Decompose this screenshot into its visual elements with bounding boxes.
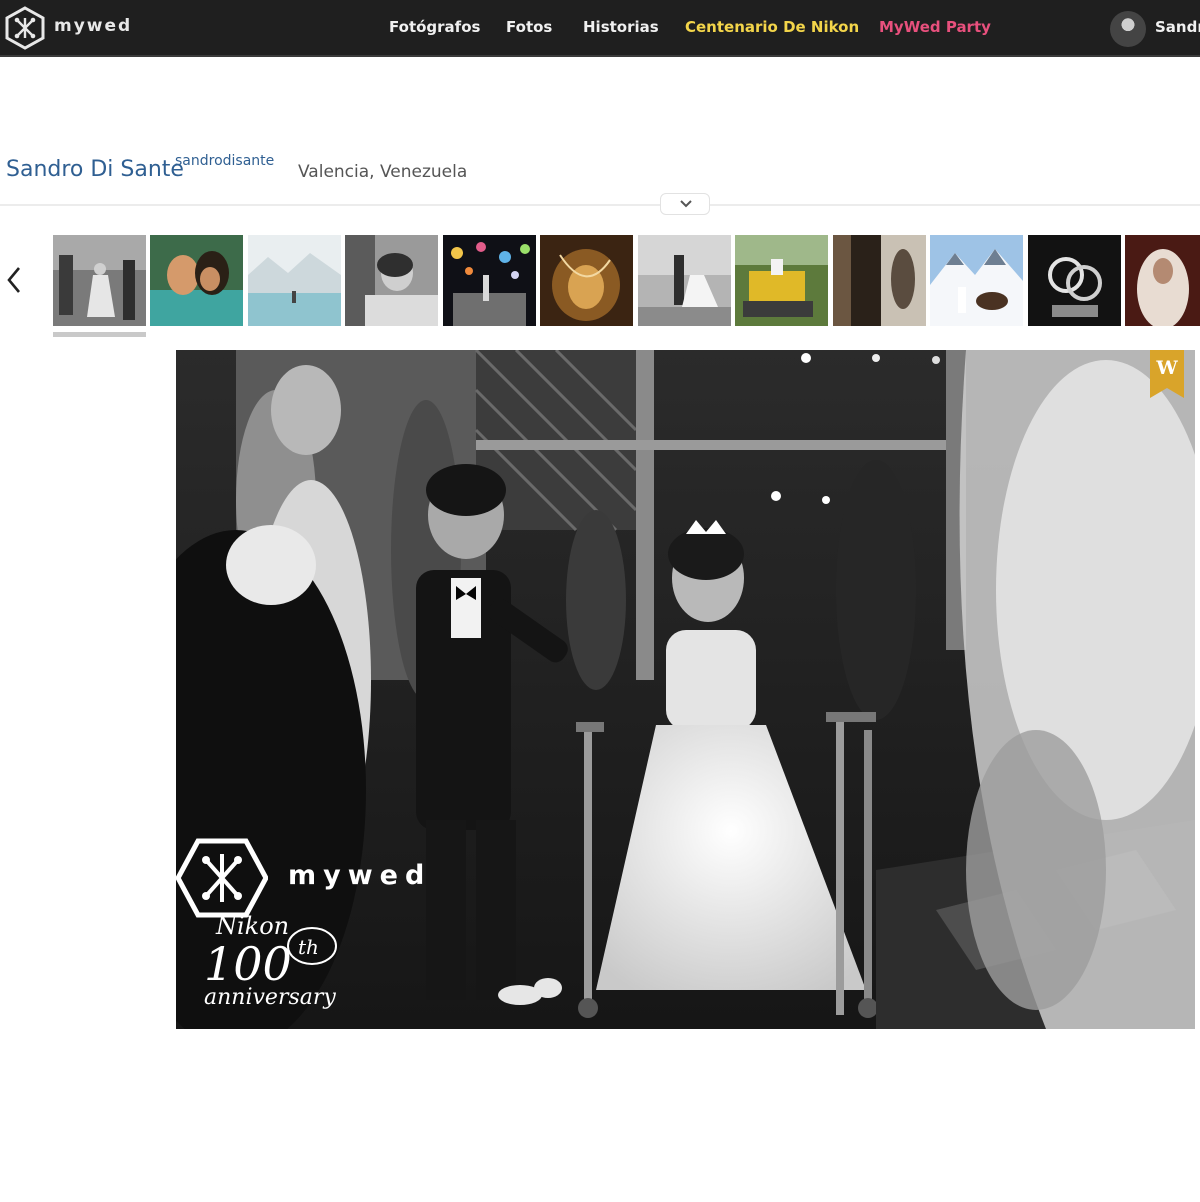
chevron-left-icon[interactable] [4,264,24,296]
thumbnail-couple-embrace-pool[interactable] [150,235,243,326]
thumbnail-bw-ceremony-children[interactable] [53,235,146,326]
header-divider [0,204,1200,206]
thumbnail-night-party-lanterns[interactable] [443,235,536,326]
mywed-watermark-logo-icon [176,838,268,918]
thumbnail-bride-veil-portrait[interactable] [1125,235,1200,326]
thumbnail-bw-couple-park[interactable] [638,235,731,326]
watermark-anniversary-number: 100 [204,937,292,991]
nikon-anniversary-watermark: Nikon 100 th anniversary [204,912,337,1010]
user-name[interactable]: Sandr [1155,18,1200,36]
watermark-brand: mywed [288,860,432,891]
user-avatar[interactable] [1110,11,1146,47]
watermark-nikon-text: Nikon [215,912,289,940]
thumbnail-bw-couple-closeup[interactable] [345,235,438,326]
active-thumbnail-indicator [53,332,146,337]
thumbnail-bride-on-bulldozer[interactable] [735,235,828,326]
nav-item-fotografos[interactable]: Fotógrafos [389,18,480,36]
thumbnail-snowy-lake-couple[interactable] [248,235,341,326]
brand-name[interactable]: mywed [54,16,132,36]
award-badge-letter: W [1156,357,1178,379]
mywed-logo-icon[interactable] [4,6,46,50]
top-navigation-bar: mywed Fotógrafos Fotos Historias Centena… [0,0,1200,57]
photographer-handle[interactable]: sandrodisante [175,153,274,169]
thumbnail-golden-veil-detail[interactable] [540,235,633,326]
photographer-name[interactable]: Sandro Di Sante [6,157,184,182]
thumbnail-rings-sculpture[interactable] [1028,235,1121,326]
nav-item-historias[interactable]: Historias [583,18,659,36]
watermark-anniversary-word: anniversary [204,985,336,1010]
nav-item-centenario-nikon[interactable]: Centenario De Nikon [685,18,859,36]
thumbnail-bride-at-window[interactable] [833,235,926,326]
expand-header-button[interactable] [660,193,710,215]
watermark-anniversary-suffix: th [298,935,319,959]
nav-item-mywed-party[interactable]: MyWed Party [879,18,991,36]
nav-item-fotos[interactable]: Fotos [506,18,552,36]
chevron-down-icon [680,200,692,208]
photographer-location: Valencia, Venezuela [298,162,468,182]
thumbnail-snowy-mountain-horse[interactable] [930,235,1023,326]
